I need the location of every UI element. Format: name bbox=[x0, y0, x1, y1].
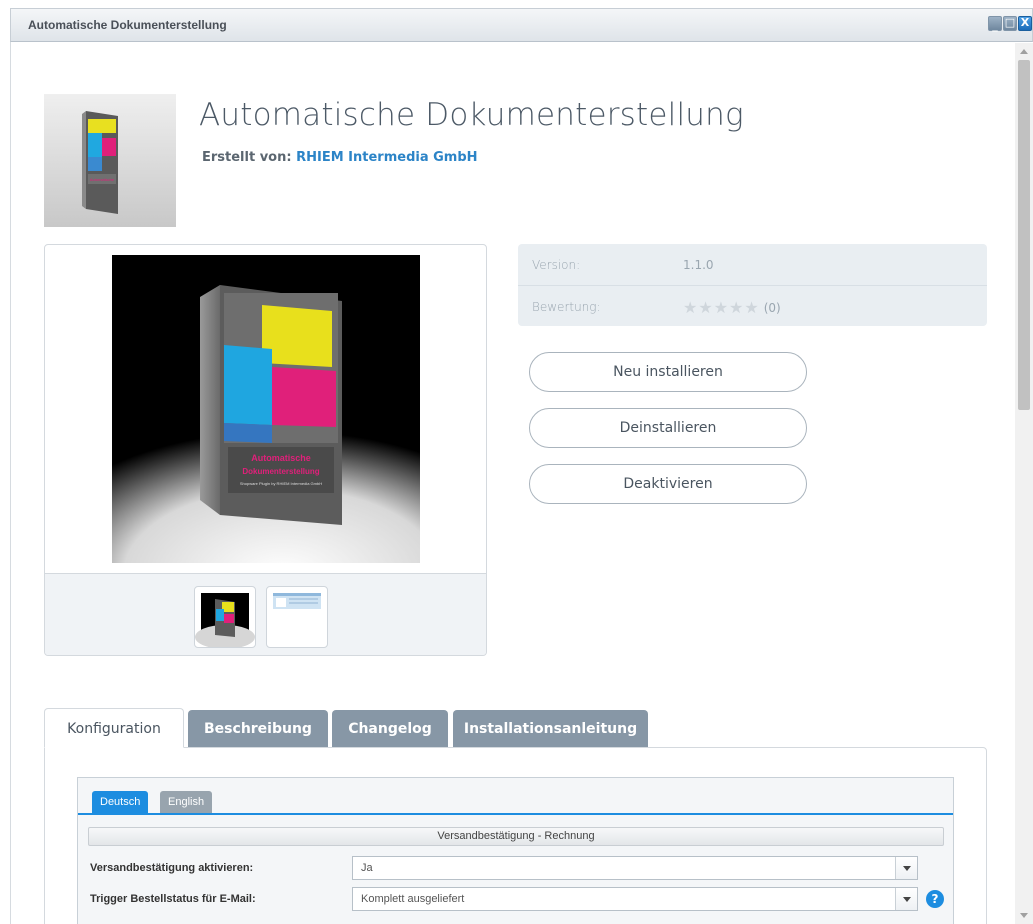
field-label-versandbestaetigung: Versandbestätigung aktivieren: bbox=[90, 862, 254, 874]
svg-text:Shopware Plugin by RHIEM Inter: Shopware Plugin by RHIEM Intermedia GmbH bbox=[240, 481, 322, 486]
uninstall-button[interactable]: Deinstallieren bbox=[529, 408, 807, 448]
plugin-author: Erstellt von: RHIEM Intermedia GmbH bbox=[202, 150, 478, 165]
rating-count: (0) bbox=[763, 301, 781, 315]
maximize-button[interactable]: □ bbox=[1003, 16, 1017, 31]
rating-value: ★★★★★ (0) bbox=[683, 298, 781, 319]
field-label-trigger-status: Trigger Bestellstatus für E-Mail: bbox=[90, 893, 256, 905]
gallery-main-image[interactable]: Automatische Dokumenterstellung Shopware… bbox=[112, 255, 420, 563]
chevron-down-icon[interactable] bbox=[895, 857, 917, 879]
scroll-down-arrow-icon[interactable] bbox=[1020, 913, 1028, 918]
language-tab-underline bbox=[78, 813, 953, 815]
svg-text:Automatische: Automatische bbox=[251, 453, 311, 463]
tab-changelog[interactable]: Changelog bbox=[332, 710, 448, 748]
svg-text:Automatische: Automatische bbox=[90, 177, 115, 182]
version-row: Version: 1.1.0 bbox=[518, 244, 987, 285]
chevron-down-icon[interactable] bbox=[895, 888, 917, 910]
section-header: Versandbestätigung - Rechnung bbox=[88, 827, 944, 846]
deactivate-button[interactable]: Deaktivieren bbox=[529, 464, 807, 504]
author-link[interactable]: RHIEM Intermedia GmbH bbox=[296, 150, 477, 165]
maximize-icon: □ bbox=[1004, 16, 1016, 29]
config-form: Deutsch English Versandbestätigung - Rec… bbox=[77, 777, 954, 924]
close-button[interactable]: X bbox=[1018, 16, 1032, 31]
help-icon[interactable]: ? bbox=[926, 890, 944, 908]
window-titlebar: Automatische Dokumenterstellung _ □ X bbox=[10, 8, 1033, 42]
select-trigger-status[interactable]: Komplett ausgeliefert bbox=[352, 887, 918, 911]
scroll-up-arrow-icon[interactable] bbox=[1020, 49, 1028, 54]
vertical-scrollbar[interactable] bbox=[1015, 43, 1033, 924]
select-value: Komplett ausgeliefert bbox=[361, 893, 465, 905]
version-value: 1.1.0 bbox=[683, 258, 714, 272]
select-versandbestaetigung[interactable]: Ja bbox=[352, 856, 918, 880]
tab-konfiguration[interactable]: Konfiguration bbox=[44, 708, 184, 748]
rating-stars-icon: ★★★★★ bbox=[683, 298, 760, 317]
language-tab-english[interactable]: English bbox=[160, 791, 213, 813]
select-value: Ja bbox=[361, 862, 373, 874]
plugin-info-panel: Version: 1.1.0 Bewertung: ★★★★★ (0) bbox=[518, 244, 987, 326]
author-label: Erstellt von: bbox=[202, 150, 292, 165]
plugin-logo-image: Automatische bbox=[44, 94, 176, 227]
plugin-title: Automatische Dokumenterstellung bbox=[199, 97, 744, 133]
minimize-icon: _ bbox=[992, 19, 998, 32]
rating-row: Bewertung: ★★★★★ (0) bbox=[518, 285, 987, 326]
scrollbar-thumb[interactable] bbox=[1018, 60, 1030, 410]
window-title: Automatische Dokumenterstellung bbox=[28, 18, 227, 32]
gallery-thumbnail[interactable] bbox=[194, 586, 256, 648]
rating-label: Bewertung: bbox=[532, 300, 601, 314]
language-tab-deutsch[interactable]: Deutsch bbox=[92, 791, 149, 813]
tab-beschreibung[interactable]: Beschreibung bbox=[188, 710, 328, 748]
reinstall-button[interactable]: Neu installieren bbox=[529, 352, 807, 392]
gallery-thumbnail-strip bbox=[45, 573, 486, 655]
close-icon: X bbox=[1020, 16, 1030, 29]
image-gallery: Automatische Dokumenterstellung Shopware… bbox=[44, 244, 487, 656]
version-label: Version: bbox=[532, 258, 581, 272]
tab-installationsanleitung[interactable]: Installationsanleitung bbox=[453, 710, 648, 748]
plugin-detail-content: Automatische Automatische Dokumenterstel… bbox=[10, 42, 1015, 924]
gallery-thumbnail[interactable] bbox=[266, 586, 328, 648]
window-controls: _ □ X bbox=[988, 16, 1032, 32]
svg-text:Dokumenterstellung: Dokumenterstellung bbox=[242, 467, 319, 476]
minimize-button[interactable]: _ bbox=[988, 16, 1002, 32]
